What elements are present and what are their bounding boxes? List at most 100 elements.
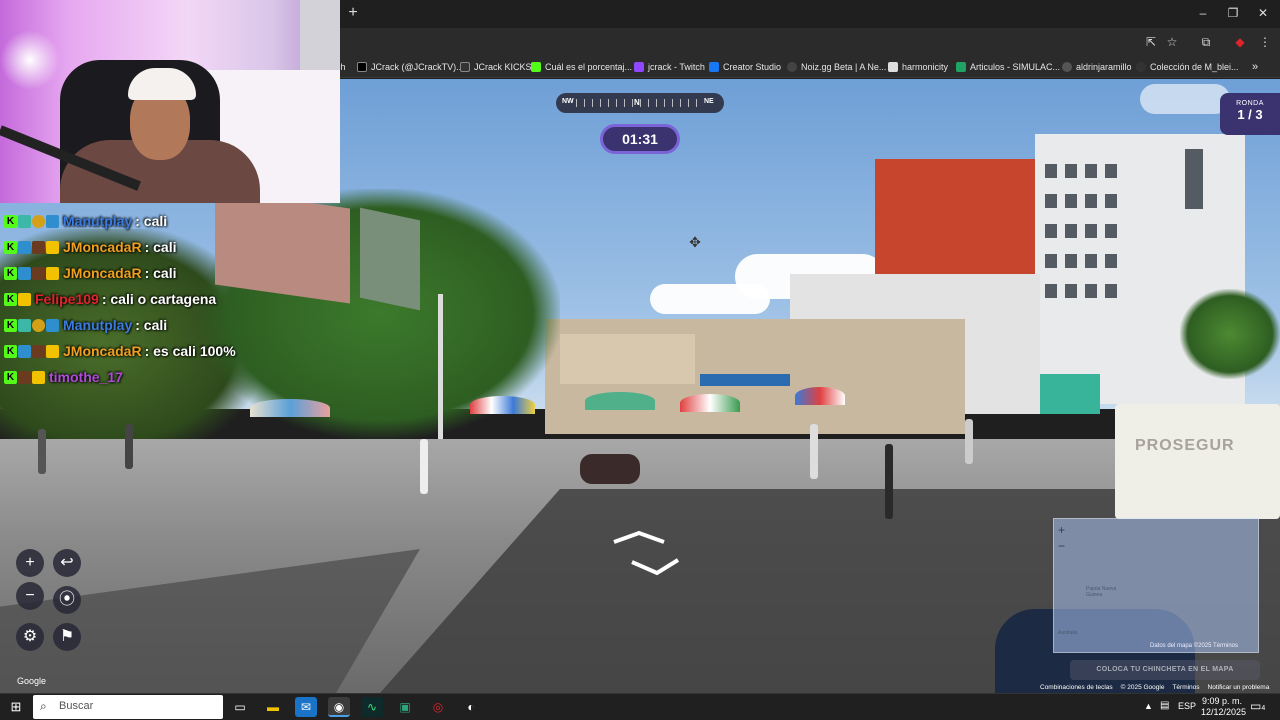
shop-sign <box>560 334 695 384</box>
compass-nw: NW <box>562 98 574 105</box>
browser-menu-icon[interactable]: ⋮ <box>1257 34 1273 50</box>
compass: NW N NE <box>556 93 724 113</box>
language-indicator[interactable]: ESP <box>1178 701 1196 711</box>
bookmark-label: JCrack KICKS <box>474 62 532 72</box>
cloud <box>650 284 770 314</box>
umbrella <box>585 392 655 410</box>
undo-move-button[interactable]: ↩ <box>53 549 81 577</box>
obs-app-icon[interactable]: ◎ <box>427 697 449 717</box>
chat-message: Ktimothe_17 <box>4 364 334 390</box>
guess-minimap[interactable] <box>1053 518 1259 653</box>
globe-icon <box>1062 62 1072 72</box>
app-icon[interactable]: ◐ <box>460 697 482 717</box>
maximize-button[interactable]: ❐ <box>1216 2 1250 24</box>
place-pin-button[interactable]: COLOCA TU CHINCHETA EN EL MAPA <box>1070 660 1260 680</box>
pedestrian <box>38 429 46 474</box>
chat-message: K JMoncadaR: cali <box>4 234 334 260</box>
minimap-zoom-in-button[interactable]: + <box>1058 523 1065 537</box>
clock[interactable]: 9:09 p. m. 12/12/2025 <box>1201 696 1247 718</box>
zoom-out-button[interactable]: − <box>16 582 44 610</box>
chat-username[interactable]: Felipe109 <box>35 291 99 307</box>
chat-message-text: : es cali 100% <box>144 343 236 359</box>
minimap-place-label: Papúa Nueva Guinea <box>1086 586 1117 598</box>
bookmark-item[interactable]: Cuál es el porcentaj... <box>531 59 632 75</box>
google-logo: Google <box>17 676 47 686</box>
bookmark-item[interactable]: Colección de M_blei... <box>1136 59 1239 75</box>
clock-date: 12/12/2025 <box>1201 707 1247 717</box>
kick-green-icon <box>531 62 541 72</box>
chat-message: K Manutplay: cali <box>4 312 334 338</box>
cloud <box>1140 84 1230 114</box>
kick-badge-icon: K <box>4 370 17 384</box>
minimap-credits: Datos del mapa ©2025 Términos <box>1150 643 1239 649</box>
bookmark-star-icon[interactable]: ☆ <box>1164 34 1180 50</box>
chevron-up-icon[interactable]: ▲ <box>1144 701 1153 711</box>
bookmark-item[interactable]: JCrack KICKS <box>460 59 532 75</box>
pedestrian <box>885 444 893 519</box>
chat-username[interactable]: Manutplay <box>63 213 132 229</box>
bookmark-item[interactable]: aldrinjaramillo <box>1062 59 1132 75</box>
chat-username[interactable]: timothe_17 <box>49 369 123 385</box>
google-drive-icon <box>956 62 966 72</box>
round-value: 1 / 3 <box>1237 107 1263 122</box>
round-timer: 01:31 <box>600 124 680 154</box>
settings-button[interactable]: ⚙ <box>16 623 44 651</box>
extension-ublock-icon[interactable]: ◆ <box>1232 34 1248 50</box>
excel-app-icon[interactable]: ▣ <box>394 697 416 717</box>
bookmark-item[interactable]: Creator Studio <box>709 59 781 75</box>
chat-username[interactable]: Manutplay <box>63 317 132 333</box>
round-label: RONDA <box>1236 100 1264 107</box>
return-to-start-button[interactable]: ⦿ <box>53 586 81 614</box>
chat-message: K JMoncadaR: cali <box>4 260 334 286</box>
chat-username[interactable]: JMoncadaR <box>63 265 142 281</box>
flag-button[interactable]: ⚑ <box>53 623 81 651</box>
clock-time: 9:09 p. m. <box>1201 696 1243 706</box>
compass-n: N <box>634 98 640 107</box>
truck-text: PROSEGUR <box>1135 437 1235 454</box>
umbrella <box>795 387 845 405</box>
zoom-in-button[interactable]: + <box>16 549 44 577</box>
notifications-icon[interactable]: ▭4 <box>1250 699 1265 713</box>
new-tab-button[interactable]: + <box>344 4 362 22</box>
bookmark-item[interactable]: Noiz.gg Beta | A Ne... <box>787 59 886 75</box>
close-window-button[interactable]: ✕ <box>1246 2 1280 24</box>
move-backward-arrow-icon[interactable] <box>630 558 680 576</box>
vip-badge-icon <box>18 370 31 384</box>
bookmark-item[interactable]: JCrack (@JCrackTV)... <box>357 59 464 75</box>
kick-badge-icon: K <box>4 344 17 358</box>
harmonicity-icon <box>888 62 898 72</box>
subscriber-badge-icon <box>18 318 31 332</box>
chrome-icon[interactable]: ◉ <box>328 697 350 717</box>
network-icon[interactable]: ▤ <box>1160 700 1169 711</box>
pedestrian <box>125 424 133 469</box>
pedestrian <box>810 424 818 479</box>
chat-username[interactable]: JMoncadaR <box>63 239 142 255</box>
minimap-zoom-out-button[interactable]: − <box>1058 539 1065 553</box>
extensions-icon[interactable]: ⧉ <box>1198 34 1214 50</box>
terminal-app-icon[interactable]: ∿ <box>361 697 383 717</box>
chat-username[interactable]: JMoncadaR <box>63 343 142 359</box>
bookmark-item[interactable]: harmonicity <box>888 59 948 75</box>
shop-awning <box>700 374 790 386</box>
verified-badge-icon <box>46 318 59 332</box>
webcam-overlay <box>0 0 340 203</box>
crown-badge-icon <box>46 266 59 280</box>
file-explorer-icon[interactable]: ▬ <box>262 697 284 717</box>
kick-badge-icon: K <box>4 240 17 254</box>
bookmark-item[interactable]: Articulos - SIMULAC... <box>956 59 1060 75</box>
umbrella <box>680 394 740 412</box>
crown-badge-icon <box>32 370 45 384</box>
bookmark-item[interactable]: jcrack - Twitch <box>634 59 705 75</box>
move-forward-arrow-icon[interactable] <box>612 530 666 544</box>
globe-icon <box>1136 62 1146 72</box>
bookmark-label: JCrack (@JCrackTV)... <box>371 62 464 72</box>
pedestrian <box>420 439 428 494</box>
more-bookmarks-button[interactable]: » <box>1252 59 1258 75</box>
minimize-button[interactable]: – <box>1186 2 1220 24</box>
vip-badge-icon <box>32 266 45 280</box>
outlook-icon[interactable]: ✉ <box>295 697 317 717</box>
install-app-icon[interactable]: ⇱ <box>1143 34 1159 50</box>
task-view-icon[interactable]: ▭ <box>229 697 251 717</box>
windows-start-icon[interactable]: ⊞ <box>8 699 24 715</box>
facebook-icon <box>709 62 719 72</box>
